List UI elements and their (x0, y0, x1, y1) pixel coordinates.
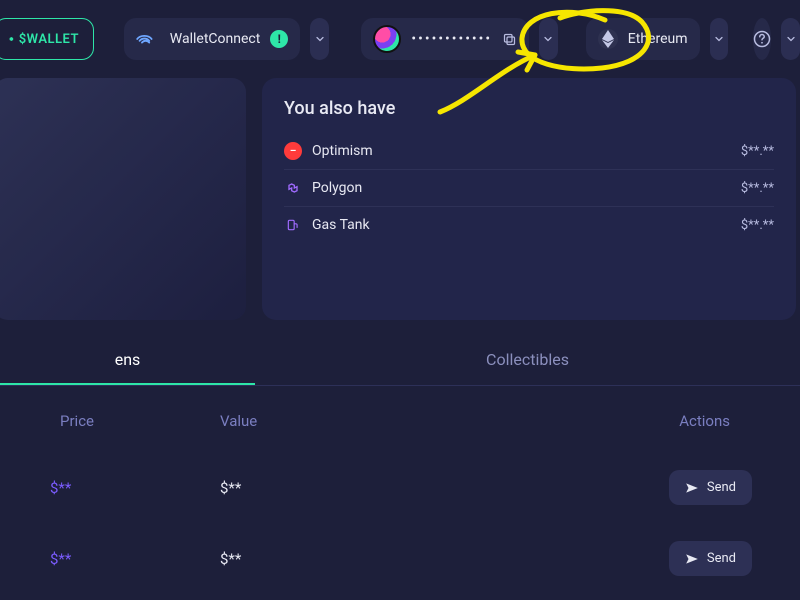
help-button[interactable] (753, 18, 772, 60)
network-value: $**.** (741, 144, 774, 159)
tab-collectibles[interactable]: Collectibles (255, 336, 800, 385)
walletconnect-icon (136, 27, 160, 51)
walletconnect-pill[interactable]: WalletConnect ! (124, 18, 301, 60)
chevron-down-icon (314, 33, 326, 45)
top-bar: $WALLET WalletConnect ! •••••••••••• Eth… (0, 0, 800, 78)
network-name: Polygon (312, 180, 362, 196)
tab-tokens[interactable]: ens (0, 336, 255, 385)
account-address-masked: •••••••••••• (411, 31, 492, 47)
send-button[interactable]: Send (669, 470, 752, 505)
network-value: $**.** (741, 218, 774, 233)
col-price: Price (0, 412, 220, 430)
help-chevron[interactable] (781, 18, 800, 60)
send-icon (685, 552, 699, 566)
send-button[interactable]: Send (669, 541, 752, 576)
col-actions: Actions (490, 412, 800, 430)
you-also-have-card: You also have – Optimism $**.** Polygon … (262, 78, 796, 320)
chevron-down-icon (713, 33, 725, 45)
chevron-down-icon (785, 33, 797, 45)
chevron-down-icon (542, 33, 554, 45)
network-label: Ethereum (628, 31, 688, 47)
token-price: $** (0, 550, 220, 568)
gastank-icon (284, 216, 302, 234)
network-name: Gas Tank (312, 217, 370, 233)
send-icon (685, 481, 699, 495)
you-also-have-heading: You also have (284, 98, 774, 119)
send-label: Send (707, 480, 736, 495)
wallet-token-icon (9, 33, 14, 45)
network-selector[interactable]: Ethereum (586, 18, 700, 60)
network-name: Optimism (312, 143, 373, 159)
token-row: $** $** Send (0, 523, 800, 594)
asset-tabs: ens Collectibles (0, 336, 800, 386)
token-table-header: Price Value Actions (0, 386, 800, 452)
token-row: $** $** Send (0, 452, 800, 523)
cards-row: You also have – Optimism $**.** Polygon … (0, 78, 800, 334)
network-row[interactable]: Gas Tank $**.** (284, 207, 774, 243)
walletconnect-status-badge: ! (270, 30, 288, 48)
token-value: $** (220, 479, 490, 497)
network-value: $**.** (741, 181, 774, 196)
ethereum-icon (598, 29, 618, 49)
wallet-token-label: $WALLET (19, 32, 79, 47)
network-row[interactable]: Polygon $**.** (284, 170, 774, 207)
help-icon (753, 30, 771, 48)
optimism-icon: – (284, 142, 302, 160)
balance-card-placeholder (0, 78, 246, 320)
account-pill[interactable]: •••••••••••• (361, 18, 529, 60)
token-price: $** (0, 479, 220, 497)
network-row[interactable]: – Optimism $**.** (284, 133, 774, 170)
send-label: Send (707, 551, 736, 566)
network-chevron[interactable] (710, 18, 729, 60)
account-chevron[interactable] (539, 18, 558, 60)
copy-icon[interactable] (502, 32, 517, 47)
walletconnect-chevron[interactable] (310, 18, 329, 60)
account-avatar-icon (373, 25, 401, 53)
wallet-token-pill[interactable]: $WALLET (0, 18, 94, 60)
token-value: $** (220, 550, 490, 568)
walletconnect-label: WalletConnect (170, 31, 261, 47)
polygon-icon (284, 179, 302, 197)
col-value: Value (220, 412, 490, 430)
